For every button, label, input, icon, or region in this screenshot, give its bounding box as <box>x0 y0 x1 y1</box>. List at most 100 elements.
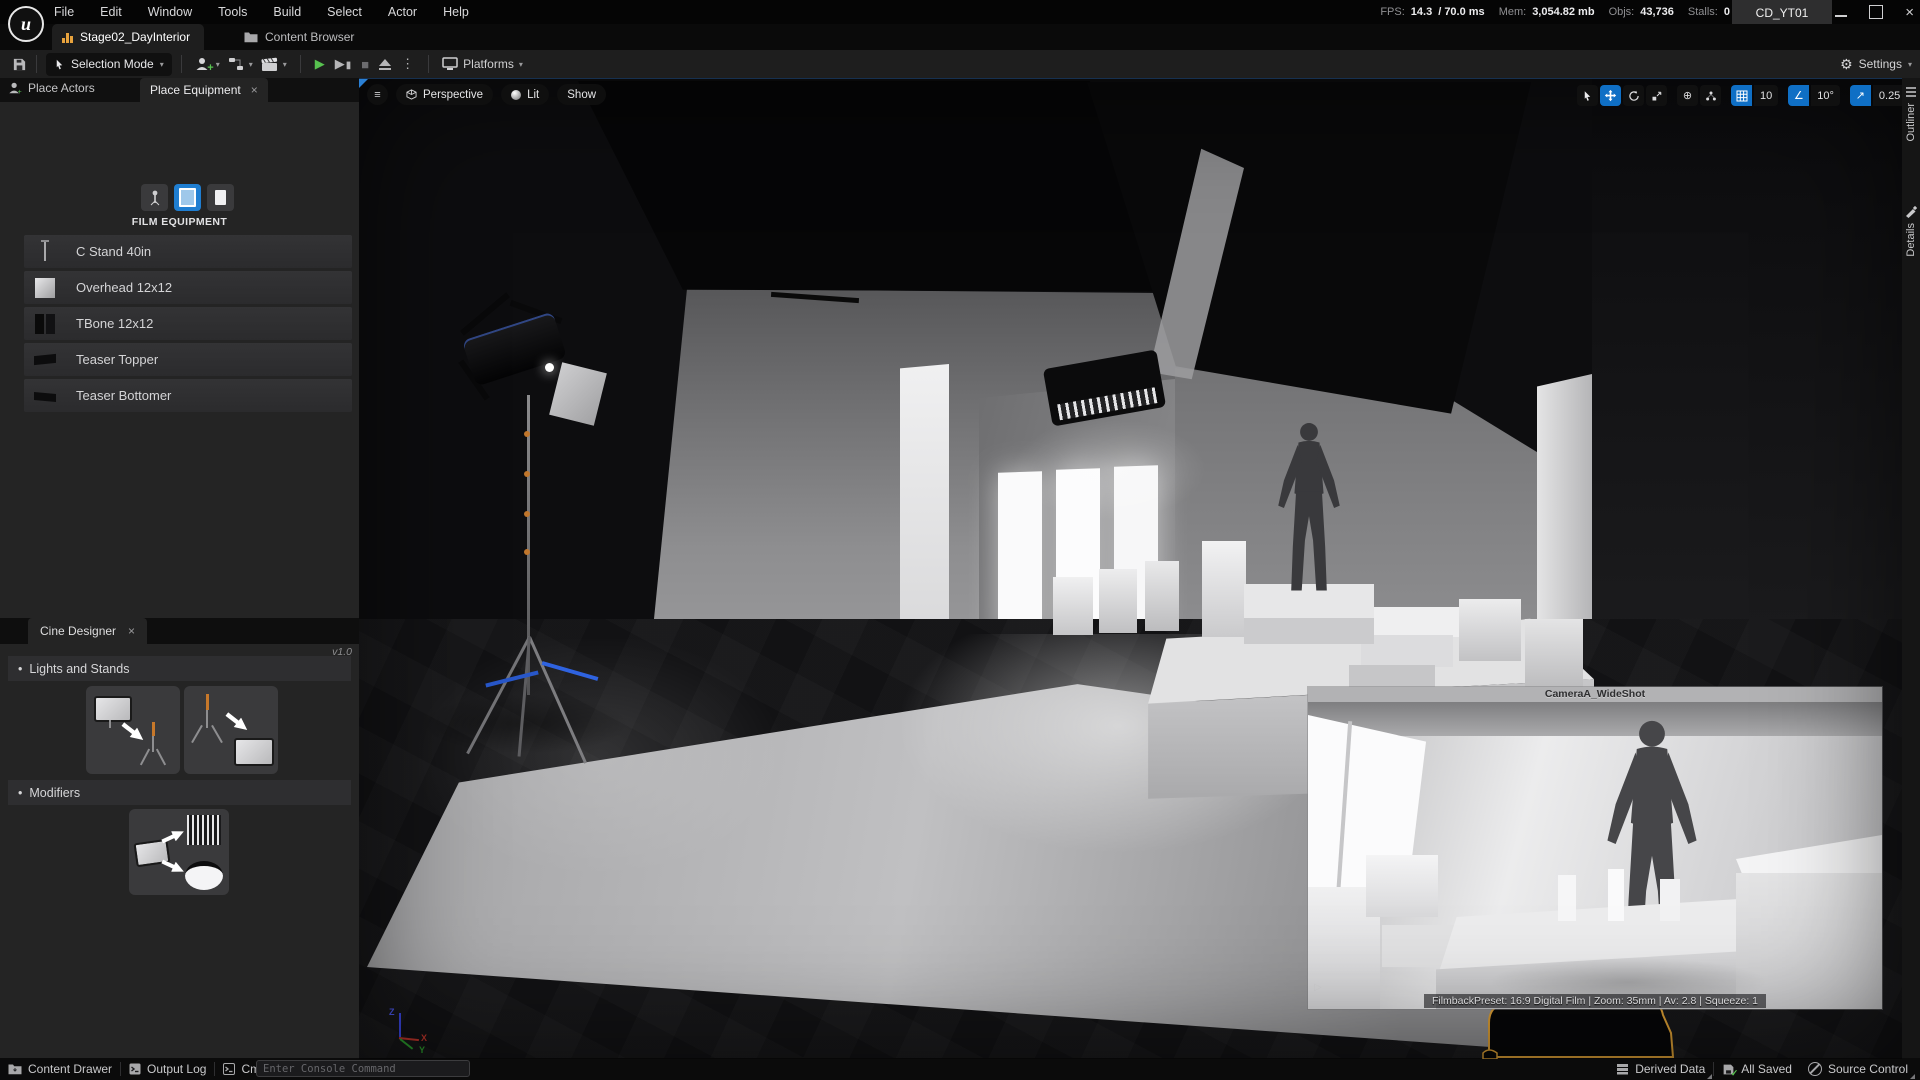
selection-mode-dropdown[interactable]: Selection Mode ▾ <box>46 53 172 76</box>
perspective-label: Perspective <box>423 89 483 101</box>
preset-modifiers[interactable] <box>129 809 229 895</box>
menu-window[interactable]: Window <box>148 5 192 19</box>
content-drawer-button[interactable]: Content Drawer <box>0 1058 120 1080</box>
tab-outliner[interactable]: Outliner <box>1902 86 1920 142</box>
tbone-thumbnail <box>32 311 58 337</box>
eggcrate-grid <box>187 815 221 845</box>
cmd-icon <box>223 1063 235 1075</box>
menu-tools[interactable]: Tools <box>218 5 247 19</box>
settings-label: Settings <box>1859 57 1902 71</box>
move-tool-button[interactable] <box>1600 85 1621 106</box>
tab-details[interactable]: Details <box>1902 206 1920 257</box>
settings-dropdown[interactable]: ⚙ Settings ▾ <box>1840 50 1912 78</box>
preset-panel-to-stand[interactable] <box>86 686 180 774</box>
close-icon[interactable]: × <box>128 624 135 638</box>
equipment-item-label: TBone 12x12 <box>76 316 153 331</box>
stand-knob <box>524 471 530 477</box>
output-log-button[interactable]: Output Log <box>121 1058 214 1080</box>
blueprints-button[interactable]: ▾ <box>224 52 257 76</box>
fps-value: 14.3 <box>1411 6 1432 18</box>
output-log-icon <box>129 1063 141 1075</box>
viewport-options-button[interactable]: ≡ <box>367 84 388 105</box>
save-check-icon: ✓ <box>1722 1063 1735 1076</box>
rotate-tool-button[interactable] <box>1623 85 1644 106</box>
tab-place-actors[interactable]: + Place Actors <box>8 81 95 95</box>
unreal-logo-icon[interactable]: u <box>8 6 44 42</box>
chevron-down-icon: ▾ <box>249 60 253 69</box>
scale-snap-icon[interactable]: ↗ <box>1850 85 1871 106</box>
grid-snap-value[interactable]: 10 <box>1754 85 1778 106</box>
stand-knob <box>524 549 530 555</box>
world-coordinate-button[interactable]: ⊕ <box>1677 85 1698 106</box>
equipment-item-tbone[interactable]: TBone 12x12 <box>24 307 352 340</box>
mannequin-figure[interactable] <box>1259 419 1359 597</box>
close-button[interactable]: × <box>1905 4 1914 21</box>
equipment-item-teaser-topper[interactable]: Teaser Topper <box>24 343 352 376</box>
select-tool-button[interactable] <box>1577 85 1598 106</box>
all-saved-button[interactable]: ✓ All Saved <box>1714 1058 1800 1080</box>
console-command-input[interactable] <box>256 1060 470 1077</box>
rotation-snap-value[interactable]: 10° <box>1811 85 1840 106</box>
derived-data-button[interactable]: Derived Data <box>1608 1058 1713 1080</box>
overhead-thumbnail <box>32 275 58 301</box>
session-label: CD_YT01 <box>1732 0 1832 26</box>
filter-stands-button[interactable] <box>141 184 168 211</box>
tab-level[interactable]: Stage02_DayInterior <box>52 24 204 50</box>
camera-pip-preview[interactable]: CameraA_WideShot FilmbackPreset: 16:9 Di… <box>1308 687 1882 1009</box>
scale-snap-value[interactable]: 0.25 <box>1873 85 1902 106</box>
minimize-button[interactable] <box>1835 8 1847 17</box>
restore-button[interactable] <box>1869 5 1883 19</box>
pip-block <box>1366 855 1438 917</box>
content-drawer-icon <box>8 1063 22 1075</box>
clapperboard-icon <box>261 57 278 72</box>
chevron-down-icon: ▾ <box>283 60 287 69</box>
save-icon[interactable] <box>12 57 27 72</box>
preset-stand-to-panel[interactable] <box>184 686 278 774</box>
tab-place-equipment[interactable]: Place Equipment × <box>140 78 268 102</box>
lit-dropdown[interactable]: Lit <box>501 84 549 105</box>
play-options-button[interactable]: ⋮ <box>401 56 414 72</box>
eject-icon <box>379 59 391 66</box>
add-actor-button[interactable]: + ▾ <box>191 52 224 76</box>
surface-snapping-button[interactable] <box>1700 85 1721 106</box>
grid-snap-icon[interactable] <box>1731 85 1752 106</box>
section-modifiers[interactable]: • Modifiers <box>8 780 351 805</box>
source-control-button[interactable]: Source Control <box>1800 1058 1916 1080</box>
eject-button[interactable] <box>379 59 391 70</box>
scale-tool-button[interactable] <box>1646 85 1667 106</box>
platforms-label: Platforms <box>463 57 514 71</box>
tab-cine-designer[interactable]: Cine Designer × <box>28 618 147 644</box>
filter-flags-button[interactable] <box>174 184 201 211</box>
menu-file[interactable]: File <box>54 5 74 19</box>
cinematics-button[interactable]: ▾ <box>257 52 291 76</box>
axis-y-label: Y <box>419 1045 425 1055</box>
chevron-down-icon: ▾ <box>1908 60 1912 69</box>
equipment-item-overhead[interactable]: Overhead 12x12 <box>24 271 352 304</box>
rotation-snap-icon[interactable]: ∠ <box>1788 85 1809 106</box>
viewport-3d[interactable]: Z X Y CameraA_WideShot <box>359 78 1902 1059</box>
axis-x-label: X <box>421 1033 427 1043</box>
show-dropdown[interactable]: Show <box>557 84 606 105</box>
equipment-item-cstand[interactable]: C Stand 40in <box>24 235 352 268</box>
frame-skip-button[interactable]: ▶▮ <box>335 56 352 72</box>
menu-build[interactable]: Build <box>273 5 301 19</box>
menu-select[interactable]: Select <box>327 5 362 19</box>
menu-help[interactable]: Help <box>443 5 469 19</box>
platforms-dropdown[interactable]: Platforms ▾ <box>438 52 527 76</box>
perspective-dropdown[interactable]: Perspective <box>396 84 493 105</box>
play-button[interactable]: ▶ <box>315 56 325 72</box>
equipment-item-teaser-bottomer[interactable]: Teaser Bottomer <box>24 379 352 412</box>
menu-edit[interactable]: Edit <box>100 5 122 19</box>
stop-button[interactable]: ■ <box>361 57 369 72</box>
perspective-icon <box>406 89 417 100</box>
stand-knob <box>524 431 530 437</box>
prop-block <box>1053 577 1093 635</box>
teaser-bottomer-thumbnail <box>32 383 58 409</box>
stalls-value: 0 <box>1724 6 1730 18</box>
filter-panels-button[interactable] <box>207 184 234 211</box>
section-bullet-icon: • <box>18 786 22 800</box>
section-lights-and-stands[interactable]: • Lights and Stands <box>8 656 351 681</box>
tab-content-browser[interactable]: Content Browser <box>232 24 366 50</box>
close-icon[interactable]: × <box>251 83 258 97</box>
menu-actor[interactable]: Actor <box>388 5 417 19</box>
